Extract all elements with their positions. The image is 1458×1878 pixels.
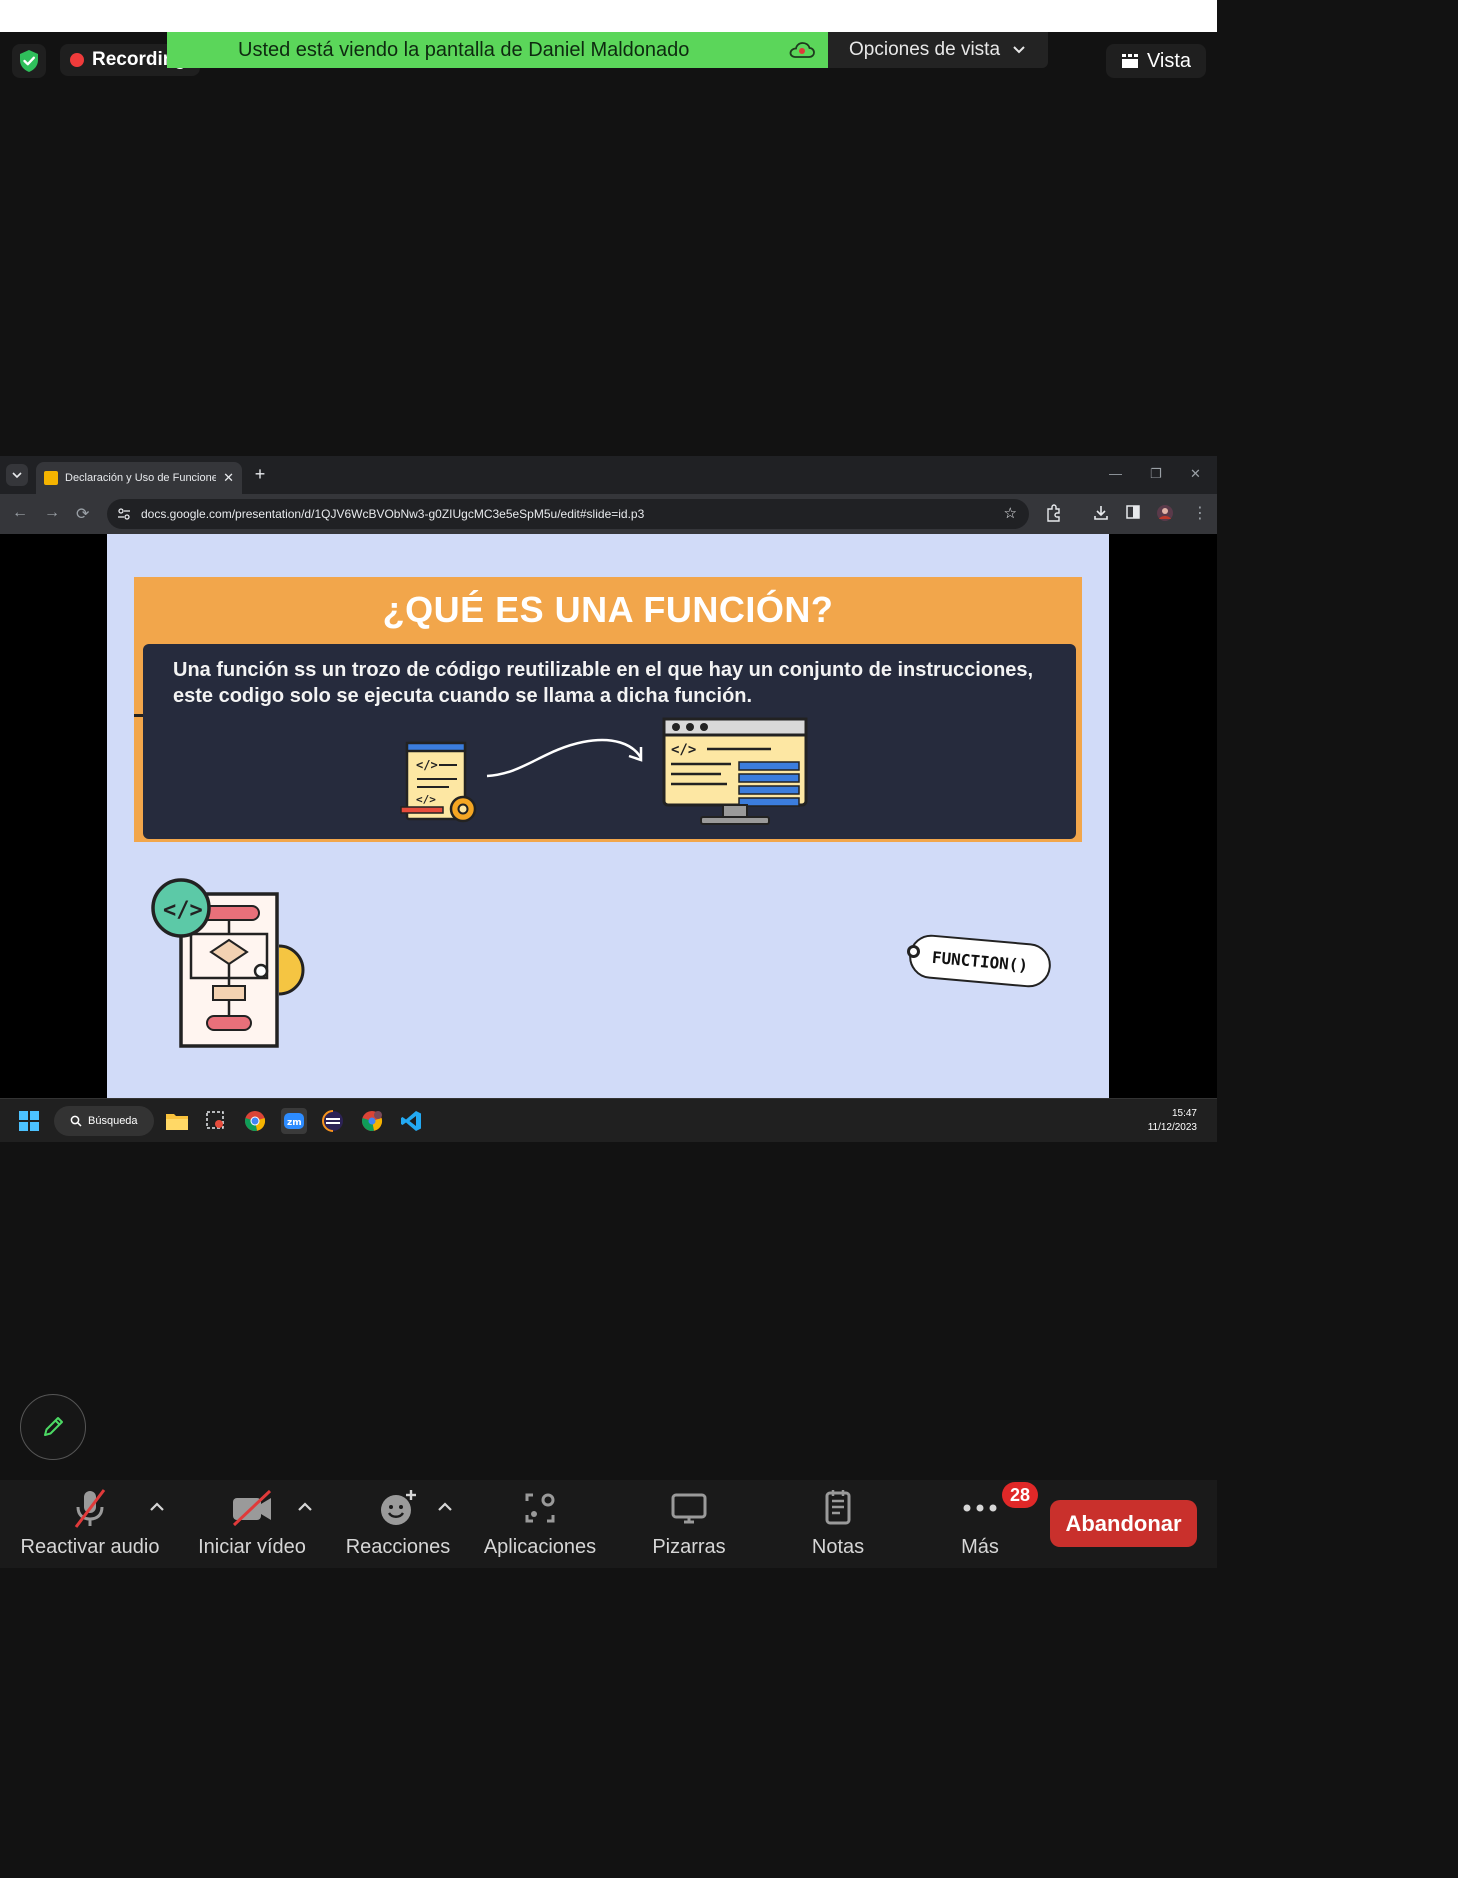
code-document-icon: </> </>: [400, 741, 477, 823]
search-icon: [70, 1115, 82, 1127]
slides-favicon-icon: [44, 471, 58, 485]
windows-taskbar: Búsqueda zm 15:47 11/12/2023: [0, 1098, 1217, 1142]
notes-icon: [825, 1490, 851, 1525]
slide-content-box: Una función ss un trozo de código reutil…: [143, 644, 1076, 839]
whiteboards-label: Pizarras: [652, 1536, 726, 1558]
chevron-down-icon: [1013, 46, 1025, 54]
apps-icon: [525, 1493, 555, 1523]
clock-time: 15:47: [1171, 1108, 1197, 1119]
screen-share-banner-text: Usted está viendo la pantalla de Daniel …: [238, 38, 690, 61]
bookmark-star-icon[interactable]: ☆: [1004, 504, 1017, 522]
whiteboards-button[interactable]: Pizarras: [638, 1480, 740, 1568]
site-settings-icon: [118, 508, 130, 520]
screen-share-banner: Usted está viendo la pantalla de Daniel …: [167, 32, 828, 68]
close-window-icon[interactable]: ✕: [1190, 466, 1201, 482]
audio-options-chevron-up-icon[interactable]: [148, 1498, 166, 1516]
panel-tick-mark: [134, 714, 143, 717]
minimize-window-icon[interactable]: —: [1109, 466, 1122, 481]
snipping-tool-icon[interactable]: [203, 1108, 229, 1134]
back-arrow-icon[interactable]: ←: [12, 504, 28, 522]
taskbar-search-label: Búsqueda: [88, 1115, 138, 1127]
address-bar[interactable]: docs.google.com/presentation/d/1QJV6WcBV…: [107, 499, 1029, 529]
microphone-muted-icon: [74, 1489, 106, 1528]
profile-avatar-icon[interactable]: [1156, 504, 1174, 522]
eclipse-icon[interactable]: [320, 1108, 346, 1134]
svg-text:</>: </>: [416, 793, 436, 806]
svg-text:</>: </>: [671, 742, 696, 758]
browser-toolbar: ← → ⟳ docs.google.com/presentation/d/1QJ…: [0, 494, 1217, 534]
clock-date: 11/12/2023: [1147, 1122, 1197, 1133]
curved-arrow-icon: [486, 738, 643, 778]
reactions-button[interactable]: Reacciones: [340, 1480, 456, 1568]
pencil-icon: [44, 1417, 63, 1436]
svg-text:zm: zm: [287, 1118, 302, 1128]
tag-hole: [907, 945, 920, 958]
reactions-label: Reacciones: [345, 1536, 451, 1558]
leave-meeting-button[interactable]: Abandonar: [1050, 1500, 1197, 1547]
close-tab-icon[interactable]: ✕: [223, 470, 234, 486]
file-explorer-icon[interactable]: [164, 1108, 190, 1134]
view-options-label: Opciones de vista: [849, 39, 1001, 60]
more-notification-badge: 28: [1002, 1482, 1038, 1508]
video-options-chevron-up-icon[interactable]: [296, 1498, 314, 1516]
more-dots-icon: [963, 1504, 997, 1512]
start-video-button[interactable]: Iniciar vídeo: [190, 1480, 314, 1568]
more-label: Más: [961, 1536, 999, 1558]
slide-body-text: Una función ss un trozo de código reutil…: [173, 659, 1034, 707]
side-panel-icon[interactable]: [1125, 504, 1141, 520]
view-layout-button[interactable]: Vista: [1106, 44, 1206, 78]
presentation-slide: ¿QUÉ ES UNA FUNCIÓN? Una función ss un t…: [107, 534, 1109, 1098]
function-tag-label: FUNCTION(): [907, 932, 1053, 990]
address-bar-url: docs.google.com/presentation/d/1QJV6WcBV…: [141, 507, 645, 521]
slide-title: ¿QUÉ ES UNA FUNCIÓN?: [382, 589, 834, 630]
windows-start-icon[interactable]: [18, 1110, 40, 1132]
security-shield-button[interactable]: [12, 44, 46, 78]
zoom-meeting-window: { "recording": { "label": "Recording" },…: [0, 0, 1217, 1568]
browser-tab[interactable]: Declaración y Uso de Funciones ✕: [36, 462, 242, 494]
browser-tab-strip: Declaración y Uso de Funciones ✕ + — ❐ ✕: [0, 456, 1217, 494]
taskbar-search[interactable]: Búsqueda: [54, 1106, 154, 1136]
cloud-recording-icon: [789, 42, 815, 58]
chrome-icon[interactable]: [242, 1108, 268, 1134]
vscode-icon[interactable]: [398, 1108, 424, 1134]
restore-window-icon[interactable]: ❐: [1150, 466, 1162, 482]
forward-arrow-icon[interactable]: →: [44, 504, 60, 522]
video-off-icon: [232, 1489, 272, 1527]
taskbar-clock[interactable]: 15:47 11/12/2023: [1148, 1107, 1197, 1135]
tab-search-button[interactable]: [6, 464, 28, 486]
apps-label: Aplicaciones: [483, 1536, 597, 1558]
svg-text:</>: </>: [163, 898, 203, 923]
zoom-app-icon[interactable]: zm: [281, 1108, 307, 1134]
record-dot-icon: [70, 53, 84, 67]
notes-label: Notas: [811, 1536, 865, 1558]
slide-header-panel: ¿QUÉ ES UNA FUNCIÓN? Una función ss un t…: [134, 577, 1082, 842]
notes-button[interactable]: Notas: [796, 1480, 880, 1568]
apps-button[interactable]: Aplicaciones: [478, 1480, 602, 1568]
whiteboard-icon: [671, 1493, 707, 1524]
unmute-audio-label: Reactivar audio: [20, 1536, 160, 1558]
shared-screen: Declaración y Uso de Funciones ✕ + — ❐ ✕…: [0, 456, 1217, 1142]
flowchart-code-icon: </>: [151, 878, 305, 1048]
reload-icon[interactable]: ⟳: [76, 504, 89, 524]
annotate-button[interactable]: [20, 1394, 86, 1460]
chevron-down-icon: [12, 472, 22, 479]
emoji-add-icon: [381, 1490, 416, 1525]
new-tab-button[interactable]: +: [250, 464, 270, 486]
view-layout-label: Vista: [1146, 49, 1192, 72]
extensions-icon[interactable]: [1045, 504, 1061, 522]
reactions-options-chevron-up-icon[interactable]: [436, 1498, 454, 1516]
browser-tab-title: Declaración y Uso de Funciones: [65, 472, 217, 484]
browser-menu-icon[interactable]: ⋮: [1192, 503, 1208, 523]
top-strip: [0, 0, 1217, 32]
view-options-dropdown[interactable]: Opciones de vista: [828, 32, 1048, 68]
start-video-label: Iniciar vídeo: [198, 1536, 306, 1558]
grid-view-icon: [1121, 54, 1138, 68]
svg-text:</>: </>: [416, 758, 438, 772]
unmute-audio-button[interactable]: Reactivar audio: [16, 1480, 164, 1568]
shield-check-icon: [20, 50, 38, 72]
chrome-profile-icon[interactable]: [359, 1108, 385, 1134]
download-icon[interactable]: [1093, 504, 1109, 522]
code-monitor-icon: </>: [662, 717, 808, 825]
